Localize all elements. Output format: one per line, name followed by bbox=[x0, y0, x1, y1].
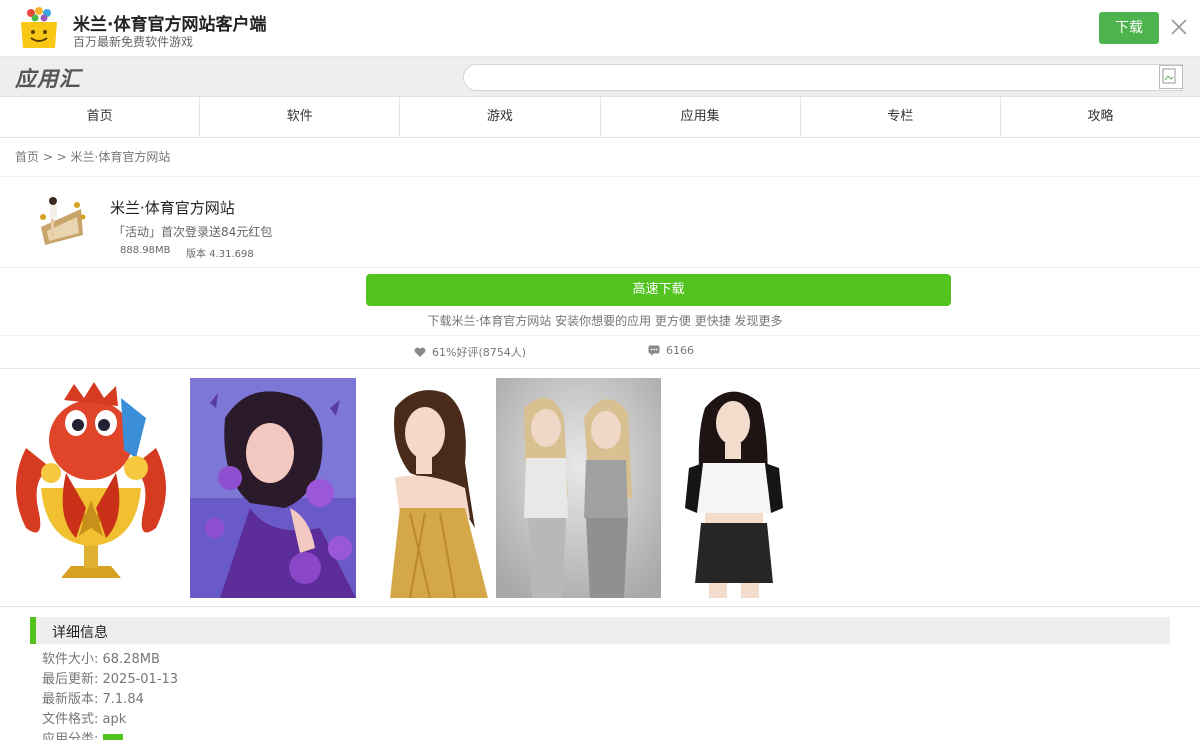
details-title: 详细信息 bbox=[52, 625, 108, 641]
app-version: 版本 4.31.698 bbox=[186, 249, 254, 260]
detail-version: 最新版本: 7.1.84 bbox=[42, 692, 144, 707]
search-button[interactable] bbox=[1159, 65, 1183, 89]
search-box[interactable] bbox=[463, 64, 1183, 91]
comment-icon bbox=[648, 345, 660, 356]
details-section: 详细信息 软件大小: 68.28MB 最后更新: 2025-01-13 最新版本… bbox=[0, 607, 1200, 740]
comments-count: 6166 bbox=[666, 344, 694, 357]
screenshot-1[interactable] bbox=[6, 378, 176, 598]
download-section: 高速下载 下载米兰·体育官方网站 安装你想要的应用 更方便 更快捷 发现更多 bbox=[0, 268, 1200, 336]
top-download-button[interactable]: 下载 bbox=[1099, 12, 1159, 44]
nav-item-collections[interactable]: 应用集 bbox=[601, 97, 801, 137]
search-input[interactable] bbox=[474, 68, 1154, 88]
category-tag[interactable] bbox=[102, 733, 123, 740]
screenshot-gallery bbox=[0, 369, 1200, 607]
app-subtitle: 百万最新免费软件游戏 bbox=[73, 35, 194, 49]
app-info-section: 米兰·体育官方网站 「活动」首次登录送84元红包 888.98MB 版本 4.3… bbox=[0, 177, 1200, 268]
screenshot-2[interactable] bbox=[190, 378, 356, 598]
detail-category: 应用分类: bbox=[42, 730, 1200, 740]
rating-stat: 61%好评(8754人) bbox=[414, 344, 526, 360]
app-promo-text: 「活动」首次登录送84元红包 bbox=[113, 225, 273, 239]
app-name: 米兰·体育官方网站 bbox=[110, 199, 235, 217]
detail-size: 软件大小: 68.28MB bbox=[42, 652, 160, 667]
details-header: 详细信息 bbox=[30, 617, 1170, 644]
comments-stat[interactable]: 6166 bbox=[648, 344, 694, 357]
screenshot-5[interactable] bbox=[675, 378, 793, 598]
detail-category-label: 应用分类: bbox=[42, 732, 103, 740]
site-logo[interactable]: 应用汇 bbox=[15, 63, 81, 93]
nav-item-columns[interactable]: 专栏 bbox=[801, 97, 1001, 137]
app-size: 888.98MB bbox=[120, 245, 171, 256]
app-promo-bar: 米兰·体育官方网站客户端 百万最新免费软件游戏 下载 bbox=[0, 0, 1200, 57]
screenshot-4[interactable] bbox=[496, 378, 661, 598]
rating-text: 61%好评(8754人) bbox=[432, 346, 527, 359]
detail-updated: 最后更新: 2025-01-13 bbox=[42, 672, 179, 687]
download-description: 下载米兰·体育官方网站 安装你想要的应用 更方便 更快捷 发现更多 bbox=[427, 314, 783, 328]
nav-item-software[interactable]: 软件 bbox=[200, 97, 401, 137]
close-icon[interactable] bbox=[1170, 18, 1188, 36]
nav-item-home[interactable]: 首页 bbox=[0, 97, 201, 137]
nav-item-guides[interactable]: 攻略 bbox=[1001, 97, 1200, 137]
site-header: 应用汇 bbox=[0, 57, 1200, 97]
detail-format: 文件格式: apk bbox=[42, 712, 127, 727]
heart-icon bbox=[414, 347, 426, 357]
broken-image-icon bbox=[1162, 68, 1176, 84]
stats-bar: 61%好评(8754人) 6166 bbox=[0, 336, 1200, 369]
fast-download-button[interactable]: 高速下载 bbox=[366, 274, 951, 306]
main-nav: 首页 软件 游戏 应用集 专栏 攻略 bbox=[0, 97, 1200, 138]
breadcrumb[interactable]: 首页 > > 米兰·体育官方网站 bbox=[0, 138, 1200, 177]
nav-item-games[interactable]: 游戏 bbox=[400, 97, 601, 137]
app-title: 米兰·体育官方网站客户端 bbox=[73, 15, 267, 35]
screenshot-3[interactable] bbox=[370, 378, 488, 598]
app-icon bbox=[40, 197, 86, 245]
app-store-bag-icon bbox=[21, 7, 57, 48]
